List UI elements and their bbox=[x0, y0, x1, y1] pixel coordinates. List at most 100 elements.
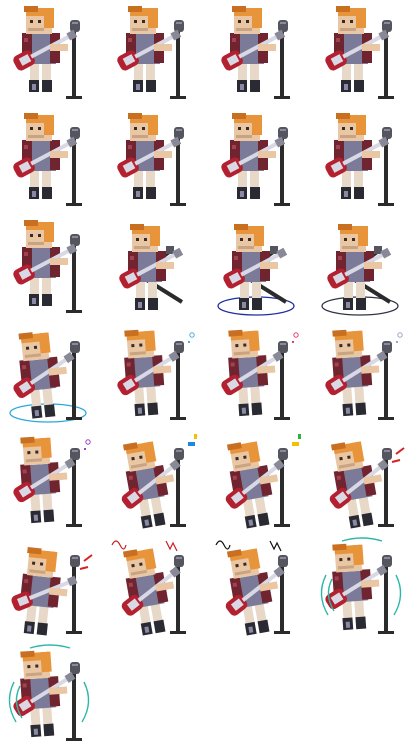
jacket-plaid bbox=[21, 365, 27, 370]
eye bbox=[352, 238, 355, 241]
right-leg bbox=[42, 62, 51, 82]
arm bbox=[154, 44, 172, 51]
dash-effect bbox=[395, 447, 405, 455]
boot-buckle bbox=[33, 514, 39, 521]
eye bbox=[240, 238, 243, 241]
character-body bbox=[221, 329, 284, 417]
spark-effect bbox=[292, 341, 294, 343]
eye bbox=[350, 20, 353, 23]
sprite-frame bbox=[0, 535, 104, 642]
eye bbox=[30, 234, 33, 237]
eye bbox=[339, 558, 343, 562]
hair-side bbox=[252, 8, 262, 28]
right-boot bbox=[148, 298, 158, 310]
frame-group bbox=[221, 113, 290, 206]
spark-effect bbox=[396, 341, 398, 343]
right-leg bbox=[354, 62, 363, 82]
arm bbox=[48, 686, 68, 695]
hair-side bbox=[144, 330, 156, 352]
hair-side bbox=[148, 8, 158, 28]
mic-grille bbox=[72, 22, 78, 24]
mic-head bbox=[278, 20, 288, 32]
mic-stand-pole bbox=[176, 351, 180, 419]
mic-grille bbox=[384, 343, 390, 345]
mic-grille bbox=[280, 22, 286, 24]
mic-stand-pole bbox=[72, 137, 76, 205]
squiggle-effect bbox=[215, 540, 231, 550]
mic-grille bbox=[384, 129, 390, 131]
hair-tuft bbox=[24, 113, 38, 119]
mic-grille bbox=[176, 450, 182, 452]
right-boot bbox=[355, 402, 367, 416]
mic-head bbox=[174, 341, 184, 353]
eye bbox=[134, 127, 137, 130]
jacket-plaid bbox=[336, 38, 340, 42]
right-leg bbox=[42, 491, 53, 513]
arm bbox=[152, 365, 172, 374]
hair-tuft bbox=[228, 329, 243, 337]
sound-arc-effect bbox=[393, 574, 402, 616]
boot-buckle bbox=[32, 298, 36, 304]
mic-stand-base bbox=[66, 738, 82, 741]
right-boot bbox=[361, 512, 374, 527]
jacket-plaid bbox=[22, 469, 27, 474]
sprite-frame bbox=[208, 107, 312, 214]
mic-head bbox=[70, 662, 80, 674]
mic-stand-pole bbox=[72, 672, 76, 740]
mic-stand-pole bbox=[280, 351, 284, 419]
arm bbox=[360, 579, 380, 588]
eye bbox=[350, 127, 353, 130]
note-effect bbox=[188, 442, 195, 446]
eye bbox=[243, 455, 247, 459]
sprite-frame-art bbox=[221, 113, 290, 206]
hair-tuft bbox=[332, 329, 347, 337]
mic-stand-base bbox=[66, 417, 82, 420]
mic-stand-pole bbox=[384, 565, 388, 633]
frame-group bbox=[111, 540, 186, 636]
jacket-plaid bbox=[234, 256, 238, 260]
right-boot bbox=[354, 187, 364, 199]
mic-head bbox=[278, 127, 288, 139]
mic-head bbox=[70, 20, 80, 32]
hair-tuft bbox=[234, 224, 248, 230]
arm bbox=[48, 472, 68, 481]
sprite-frame bbox=[208, 428, 312, 535]
jacket-plaid bbox=[128, 582, 134, 588]
arm bbox=[156, 262, 174, 269]
mic-stand-pole bbox=[280, 137, 284, 205]
sprite-frame bbox=[104, 0, 208, 107]
eye bbox=[347, 455, 351, 459]
frame-group bbox=[13, 6, 82, 99]
mic-stand-pole bbox=[72, 30, 76, 98]
eye bbox=[27, 451, 31, 455]
eye bbox=[246, 127, 249, 130]
character-body bbox=[13, 6, 78, 92]
sound-arc-effect bbox=[8, 681, 17, 723]
note-effect bbox=[194, 434, 197, 439]
character-body bbox=[325, 113, 390, 199]
eye bbox=[25, 346, 30, 350]
mic-stand-pole bbox=[384, 30, 388, 98]
sprite-frame-art bbox=[8, 644, 90, 741]
eye bbox=[235, 563, 239, 568]
character-body bbox=[117, 329, 180, 417]
hair-side bbox=[352, 330, 364, 352]
mic-stand-base bbox=[66, 310, 82, 313]
right-leg bbox=[146, 384, 157, 406]
eye bbox=[131, 456, 135, 461]
mic-stand-base bbox=[170, 631, 186, 634]
mic-stand bbox=[274, 555, 290, 634]
sprite-frame bbox=[312, 535, 416, 642]
right-boot bbox=[250, 187, 260, 199]
mic-stand bbox=[170, 555, 186, 634]
mic-stand bbox=[274, 448, 290, 527]
arm bbox=[154, 151, 172, 158]
mic-stand bbox=[66, 555, 82, 634]
mic-stand-base bbox=[170, 524, 186, 527]
hair-side bbox=[44, 222, 54, 242]
jacket-plaid bbox=[24, 38, 28, 42]
jacket-plaid bbox=[24, 145, 28, 149]
mic-head bbox=[278, 341, 288, 353]
character-body bbox=[13, 650, 76, 738]
sprite-frame bbox=[0, 0, 104, 107]
